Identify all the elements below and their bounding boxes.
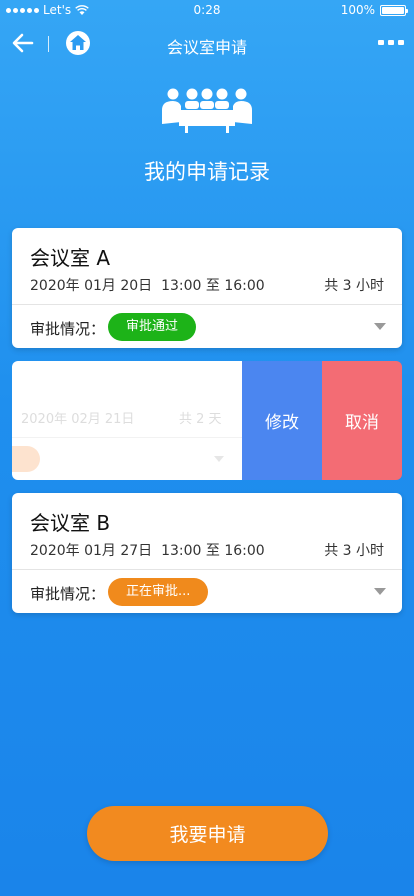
status-right: 100% bbox=[340, 3, 408, 17]
cancel-button[interactable]: 取消 bbox=[322, 361, 402, 480]
room-name: 会议室 B bbox=[30, 511, 111, 535]
status-label: 审批情况： bbox=[30, 585, 106, 603]
booking-duration: 共 2 天 bbox=[179, 412, 222, 427]
status-badge bbox=[12, 446, 40, 472]
status-badge: 审批通过 bbox=[108, 313, 197, 341]
edit-button[interactable]: 修改 bbox=[242, 361, 322, 480]
meeting-room-icon bbox=[162, 88, 252, 133]
card-divider bbox=[12, 304, 402, 305]
chevron-down-icon[interactable] bbox=[374, 323, 386, 330]
status-badge: 正在审批... bbox=[108, 578, 209, 606]
card-divider bbox=[12, 569, 402, 570]
card-divider bbox=[12, 437, 242, 438]
chevron-down-icon bbox=[214, 456, 224, 462]
page-title: 我的申请记录 bbox=[144, 160, 270, 184]
apply-button[interactable]: 我要申请 bbox=[87, 806, 328, 861]
nav-title: 会议室申请 bbox=[166, 38, 247, 57]
room-name: 会议室 A bbox=[30, 246, 111, 270]
nav-bar: 会议室申请 bbox=[0, 22, 414, 66]
battery-icon bbox=[380, 4, 408, 16]
status-bar: Let's 0:28 100% bbox=[0, 0, 414, 22]
swiped-record-row[interactable]: 2020年 02月 21日 共 2 天 修改 取消 bbox=[12, 361, 402, 480]
status-label: 审批情况： bbox=[30, 320, 106, 338]
more-button[interactable] bbox=[378, 40, 404, 45]
booking-datetime: 2020年 01月 27日 13:00 至 16:00 bbox=[30, 540, 265, 560]
record-card[interactable]: 2020年 02月 21日 共 2 天 bbox=[12, 361, 242, 480]
booking-datetime: 2020年 01月 20日 13:00 至 16:00 bbox=[30, 275, 265, 295]
record-card[interactable]: 会议室 A 2020年 01月 20日 13:00 至 16:00 共 3 小时… bbox=[12, 228, 402, 348]
booking-date: 2020年 01月 27日 bbox=[30, 543, 153, 559]
chevron-down-icon[interactable] bbox=[374, 588, 386, 595]
battery-percent: 100% bbox=[340, 3, 375, 17]
booking-time-range: 13:00 至 16:00 bbox=[161, 278, 265, 294]
booking-date: 2020年 01月 20日 bbox=[30, 278, 153, 294]
booking-duration: 共 3 小时 bbox=[324, 543, 384, 559]
record-card[interactable]: 会议室 B 2020年 01月 27日 13:00 至 16:00 共 3 小时… bbox=[12, 493, 402, 613]
more-icon bbox=[378, 40, 384, 45]
booking-date: 2020年 02月 21日 bbox=[21, 412, 135, 427]
booking-time-range: 13:00 至 16:00 bbox=[161, 543, 265, 559]
booking-duration: 共 3 小时 bbox=[324, 278, 384, 294]
